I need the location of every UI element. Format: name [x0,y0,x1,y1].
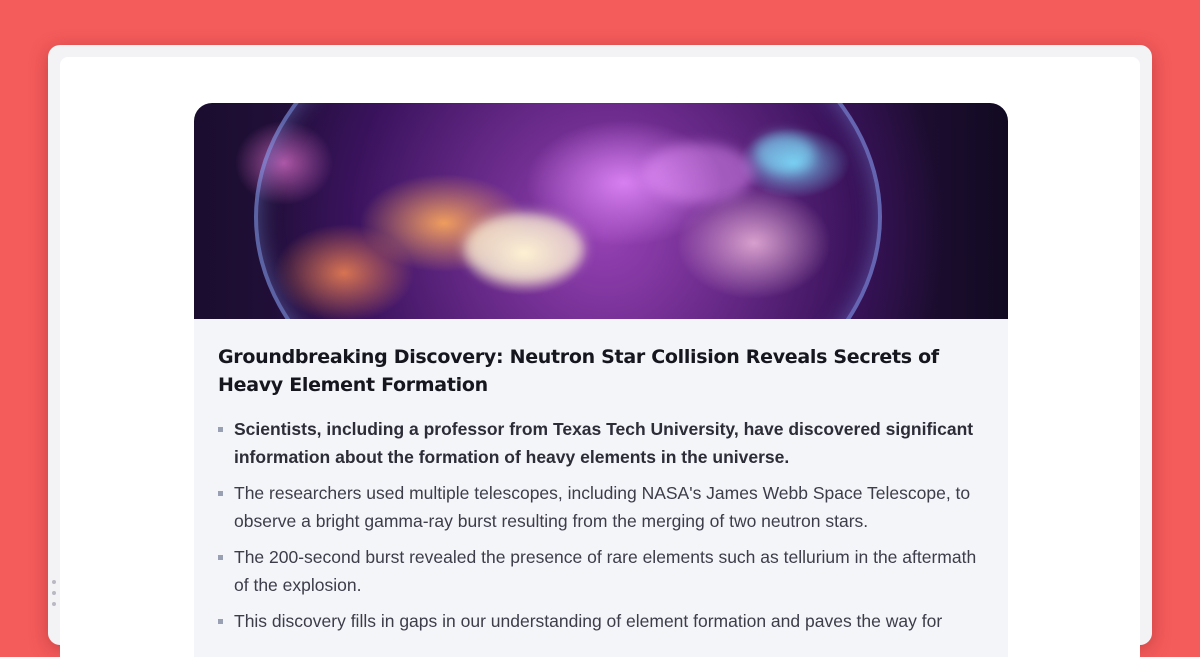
bullet-marker-icon [218,555,223,560]
article-body: Groundbreaking Discovery: Neutron Star C… [194,319,1008,635]
list-item-text: This discovery fills in gaps in our unde… [234,611,943,631]
hero-flare [464,213,584,283]
article-title: Groundbreaking Discovery: Neutron Star C… [218,346,939,396]
list-item-text: The researchers used multiple telescopes… [234,483,971,531]
article-card: Groundbreaking Discovery: Neutron Star C… [194,103,1008,657]
list-item: The researchers used multiple telescopes… [218,479,984,535]
bullet-marker-icon [218,427,223,432]
content-panel: Groundbreaking Discovery: Neutron Star C… [60,57,1140,657]
drag-dot [52,580,56,584]
summary-list: Scientists, including a professor from T… [218,415,984,635]
drag-dot [52,591,56,595]
drag-handle-icon[interactable] [51,580,57,606]
hero-flare [644,143,754,203]
hero-flare [754,133,814,173]
list-item: This discovery fills in gaps in our unde… [218,607,984,635]
list-item-text: The 200-second burst revealed the presen… [234,547,977,595]
list-item: The 200-second burst revealed the presen… [218,543,984,599]
drag-dot [52,602,56,606]
bullet-marker-icon [218,619,223,624]
list-item-text: Scientists, including a professor from T… [234,419,974,467]
app-window: Groundbreaking Discovery: Neutron Star C… [48,45,1152,657]
hero-image [194,103,1008,319]
list-item: Scientists, including a professor from T… [218,415,984,471]
bullet-marker-icon [218,491,223,496]
